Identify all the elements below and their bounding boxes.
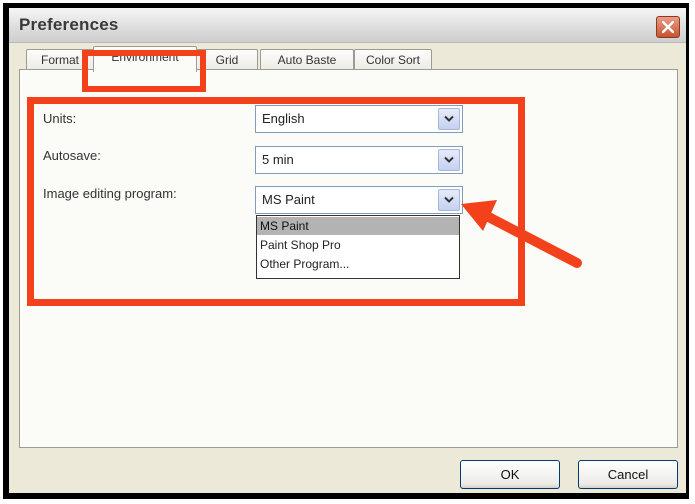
close-icon: [662, 21, 674, 33]
close-button[interactable]: [656, 16, 680, 38]
tab-color-sort[interactable]: Color Sort: [354, 49, 432, 70]
tab-auto-baste[interactable]: Auto Baste: [260, 49, 354, 70]
tab-label: Grid: [215, 53, 239, 67]
tab-label: Format: [40, 53, 79, 67]
title-bar: Preferences: [9, 8, 686, 43]
environment-tab-highlight: [82, 50, 206, 92]
tab-label: Auto Baste: [277, 53, 337, 67]
preferences-dialog: Preferences Format Environment Grid Auto…: [9, 8, 686, 493]
window-title: Preferences: [19, 15, 119, 34]
settings-highlight-box: [27, 97, 525, 306]
cancel-button[interactable]: Cancel: [578, 460, 678, 489]
tab-label: Color Sort: [365, 53, 421, 67]
ok-button[interactable]: OK: [460, 460, 560, 489]
